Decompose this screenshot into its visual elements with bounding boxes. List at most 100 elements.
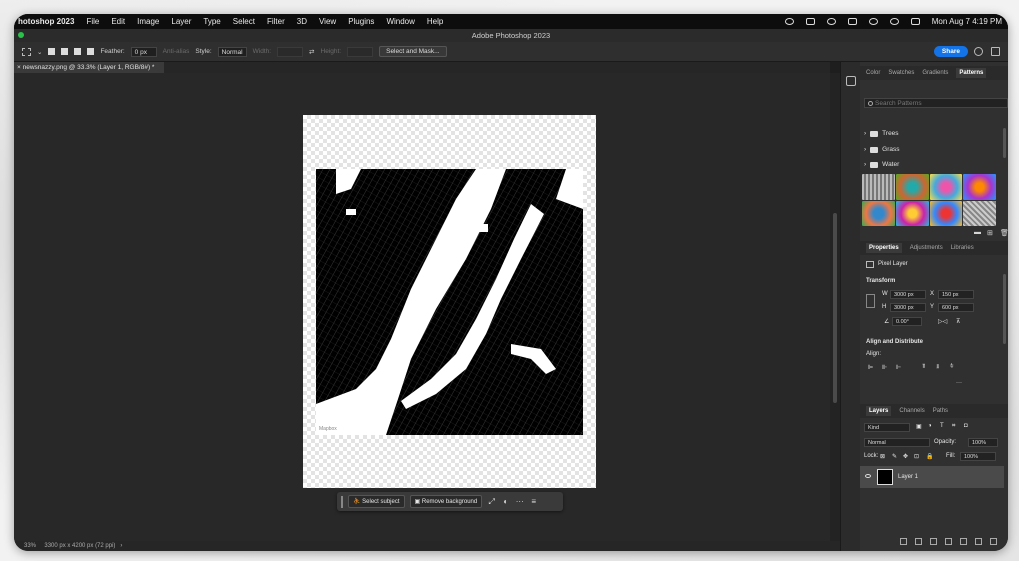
spotlight-icon[interactable] (889, 18, 899, 25)
app-menu[interactable]: hotoshop 2023 (18, 17, 74, 26)
tab-color[interactable]: Color (866, 70, 880, 76)
link-layers-icon[interactable] (900, 538, 907, 545)
zoom-level[interactable]: 33% (24, 543, 36, 549)
subtract-selection-icon[interactable] (74, 48, 82, 55)
width-field[interactable]: 3000 px (890, 290, 926, 299)
intersect-selection-icon[interactable] (87, 48, 95, 55)
tab-swatches[interactable]: Swatches (888, 70, 914, 76)
new-layer-icon[interactable] (975, 538, 982, 545)
layer-name[interactable]: Layer 1 (898, 474, 918, 480)
search-patterns-input[interactable]: Search Patterns (864, 98, 1008, 108)
align-left-icon[interactable]: ⊫ (868, 364, 873, 371)
menu-help[interactable]: Help (427, 17, 443, 26)
pattern-swatch[interactable] (895, 174, 929, 200)
remove-background-button[interactable]: ▣ Remove background (409, 495, 483, 508)
align-top-icon[interactable]: ⫪ (922, 364, 925, 371)
transform-icon[interactable]: ⤢ (487, 497, 496, 506)
y-field[interactable]: 600 px (938, 303, 974, 312)
tab-gradients[interactable]: Gradients (922, 70, 948, 76)
lock-transparent-icon[interactable]: ⊠ (880, 453, 885, 460)
align-bottom-icon[interactable]: ⫩ (950, 364, 953, 371)
scroll-thumb[interactable] (833, 213, 837, 403)
vertical-scrollbar[interactable] (830, 73, 840, 541)
record-icon[interactable] (784, 18, 794, 25)
filter-shape-icon[interactable]: ⌗ (952, 423, 955, 430)
angle-field[interactable]: 0.00° (892, 317, 922, 326)
pattern-folder-trees[interactable]: › Trees (864, 130, 899, 137)
menu-filter[interactable]: Filter (267, 17, 285, 26)
layer-filter-kind[interactable]: Kind (864, 423, 910, 432)
trash-icon[interactable] (990, 538, 997, 545)
width-input[interactable] (277, 46, 304, 57)
layer-row[interactable]: Layer 1 (860, 466, 1004, 488)
close-icon[interactable]: × (17, 64, 21, 71)
pattern-swatch[interactable] (862, 200, 895, 226)
lock-brush-icon[interactable]: ✎ (892, 453, 897, 460)
menu-layer[interactable]: Layer (171, 17, 191, 26)
fill-field[interactable]: 100% (960, 452, 996, 461)
height-input[interactable] (347, 46, 374, 57)
align-right-icon[interactable]: ⊩ (896, 364, 901, 371)
adjustment-icon[interactable]: ◐ (501, 497, 510, 506)
height-field[interactable]: 3000 px (890, 303, 926, 312)
trash-icon[interactable]: 🗑 (1000, 229, 1008, 237)
feather-input[interactable]: 0 px (130, 46, 157, 57)
tab-layers[interactable]: Layers (866, 406, 892, 416)
menu-image[interactable]: Image (137, 17, 159, 26)
share-button[interactable]: Share (933, 46, 968, 57)
pattern-swatch[interactable] (895, 200, 929, 226)
control-center-icon[interactable] (910, 18, 920, 25)
fx-icon[interactable] (915, 538, 922, 545)
document-canvas[interactable]: Mapbox (303, 115, 596, 488)
window-zoom-button[interactable] (18, 32, 24, 38)
properties-scrollbar[interactable] (1003, 274, 1006, 344)
patterns-scrollbar[interactable] (1003, 128, 1006, 158)
tab-paths[interactable]: Paths (933, 408, 948, 414)
filter-type-icon[interactable]: T (940, 423, 944, 429)
opacity-field[interactable]: 100% (968, 438, 998, 447)
menu-type[interactable]: Type (203, 17, 220, 26)
pattern-swatch[interactable] (963, 174, 996, 200)
pattern-folder-grass[interactable]: › Grass (864, 146, 900, 153)
workspace-icon[interactable] (991, 47, 1000, 56)
select-and-mask-button[interactable]: Select and Mask... (379, 46, 447, 57)
tab-properties[interactable]: Properties (866, 243, 902, 253)
adjustment-layer-icon[interactable] (945, 538, 952, 545)
x-field[interactable]: 150 px (938, 290, 974, 299)
eye-icon[interactable] (865, 474, 871, 478)
battery-icon[interactable] (847, 18, 857, 25)
align-center-icon[interactable]: ⊪ (882, 364, 887, 371)
extension-icon[interactable] (805, 18, 815, 25)
new-group-icon[interactable]: ▬ (974, 229, 981, 236)
lock-artboard-icon[interactable]: ⊡ (914, 453, 919, 460)
align-middle-icon[interactable]: ⫫ (936, 364, 939, 371)
add-selection-icon[interactable] (61, 48, 69, 55)
menu-file[interactable]: File (86, 17, 99, 26)
select-subject-button[interactable]: ⛹ Select subject (348, 495, 405, 508)
link-icon[interactable] (866, 294, 875, 308)
drag-handle[interactable] (341, 495, 343, 508)
history-icon[interactable] (846, 76, 856, 86)
menu-plugins[interactable]: Plugins (348, 17, 374, 26)
settings-icon[interactable]: ≡ (529, 497, 538, 506)
anti-alias-checkbox[interactable]: Anti-alias (163, 48, 190, 55)
swap-icon[interactable]: ⇄ (309, 48, 314, 56)
tab-channels[interactable]: Channels (899, 408, 924, 414)
filter-adjustment-icon[interactable]: ◑ (928, 423, 932, 429)
menu-view[interactable]: View (319, 17, 336, 26)
pattern-swatch[interactable] (963, 200, 996, 226)
more-properties-button[interactable]: ··· (956, 380, 962, 386)
menu-window[interactable]: Window (386, 17, 414, 26)
pattern-swatch[interactable] (862, 174, 895, 200)
filter-smart-icon[interactable]: ◘ (964, 423, 968, 429)
lock-position-icon[interactable]: ✥ (903, 453, 908, 460)
pattern-swatch[interactable] (929, 200, 963, 226)
chevron-right-icon[interactable]: › (117, 543, 122, 549)
pattern-swatch[interactable] (929, 174, 963, 200)
wifi-icon[interactable] (868, 18, 878, 25)
align-header[interactable]: Align and Distribute (866, 339, 923, 345)
tab-adjustments[interactable]: Adjustments (910, 245, 943, 251)
new-group-icon[interactable] (960, 538, 967, 545)
new-selection-icon[interactable] (48, 48, 56, 55)
flip-horizontal-icon[interactable]: ▷◁ (938, 318, 947, 325)
